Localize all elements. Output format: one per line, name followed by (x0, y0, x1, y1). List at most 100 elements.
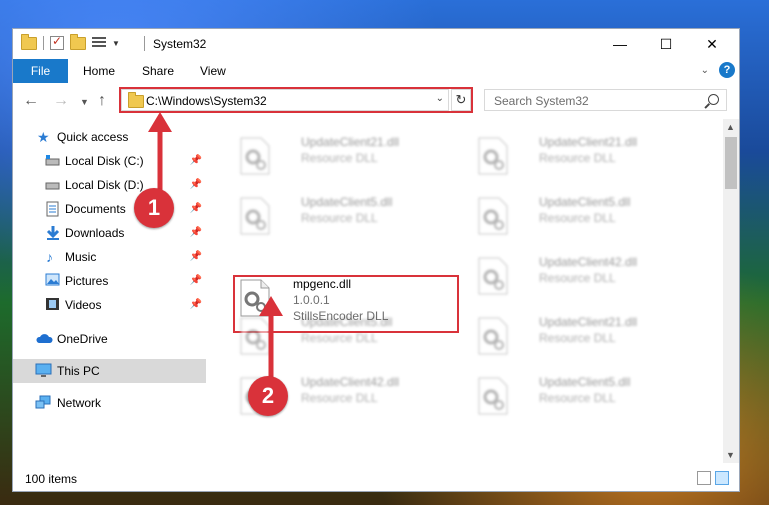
file-tile[interactable]: UpdateClient21.dll Resource DLL (467, 129, 697, 179)
file-tile[interactable]: UpdateClient5.dll Resource DLL (467, 369, 697, 419)
nav-item-label: Local Disk (D:) (65, 178, 144, 192)
tab-view[interactable]: View (200, 59, 226, 83)
file-tile[interactable]: UpdateClient5.dll Resource DLL (229, 309, 459, 359)
up-arrow-icon[interactable]: ↑ (98, 92, 106, 110)
pin-icon[interactable]: 📌 (190, 155, 202, 166)
chevron-down-icon[interactable]: ⌄ (436, 93, 444, 104)
videos-icon (45, 297, 61, 313)
tab-file[interactable]: File (13, 59, 68, 83)
tab-share[interactable]: Share (142, 59, 174, 83)
nav-item-label: Downloads (65, 226, 125, 240)
pin-icon[interactable]: 📌 (190, 227, 202, 238)
nav-item-quick-access[interactable]: ★ Quick access (13, 125, 206, 149)
back-arrow-icon[interactable]: ← (23, 92, 39, 110)
maximize-button[interactable]: ☐ (643, 29, 689, 59)
forward-arrow-icon[interactable]: → (53, 92, 69, 110)
address-row: ← → ▼ ↑ C:\Windows\System32 ⌄ ↻ Search S… (13, 83, 739, 119)
pin-icon[interactable]: 📌 (190, 275, 202, 286)
separator (144, 36, 145, 51)
help-icon[interactable]: ? (719, 62, 735, 78)
dll-file-icon (239, 137, 271, 175)
file-name: UpdateClient5.dll (301, 195, 393, 209)
window-title: System32 (153, 37, 207, 51)
nav-item-label: Network (57, 396, 102, 410)
search-icon (708, 94, 719, 105)
star-icon: ★ (37, 129, 50, 145)
pin-icon[interactable]: 📌 (190, 299, 202, 310)
file-description: Resource DLL (301, 391, 378, 405)
file-description: Resource DLL (539, 331, 616, 345)
file-version: 1.0.0.1 (293, 293, 330, 307)
dll-file-icon (477, 377, 509, 415)
drive-icon (45, 154, 61, 170)
nav-item-videos[interactable]: Videos 📌 (13, 293, 206, 317)
pin-icon[interactable]: 📌 (190, 179, 202, 190)
vertical-scrollbar[interactable]: ▲ ▼ (723, 119, 739, 463)
nav-item-downloads[interactable]: Downloads 📌 (13, 221, 206, 245)
file-name: UpdateClient21.dll (539, 315, 638, 329)
chevron-down-icon[interactable]: ▼ (112, 39, 120, 48)
step-2-badge: 2 (248, 376, 288, 416)
tab-home[interactable]: Home (83, 59, 115, 83)
nav-item-documents[interactable]: Documents 📌 (13, 197, 206, 221)
dll-file-icon (477, 317, 509, 355)
network-icon (35, 395, 51, 411)
file-name: UpdateClient5.dll (539, 195, 631, 209)
nav-item-label: Local Disk (C:) (65, 154, 144, 168)
file-tile[interactable]: UpdateClient5.dll Resource DLL (467, 189, 697, 239)
scroll-thumb[interactable] (725, 137, 737, 189)
file-name: UpdateClient5.dll (539, 375, 631, 389)
file-list: UpdateClient21.dll Resource DLL UpdateCl… (209, 119, 721, 463)
nav-item-pictures[interactable]: Pictures 📌 (13, 269, 206, 293)
file-tile[interactable]: UpdateClient21.dll Resource DLL (229, 129, 459, 179)
nav-item-onedrive[interactable]: OneDrive (13, 327, 206, 351)
customize-icon[interactable] (92, 37, 106, 49)
documents-icon (46, 201, 62, 217)
separator (43, 36, 44, 50)
pin-icon[interactable]: 📌 (190, 251, 202, 262)
file-name: UpdateClient42.dll (301, 375, 400, 389)
file-description: Resource DLL (301, 151, 378, 165)
file-description: Resource DLL (301, 331, 378, 345)
address-bar[interactable]: C:\Windows\System32 ⌄ (121, 89, 449, 111)
file-name: UpdateClient5.dll (301, 315, 393, 329)
new-folder-icon[interactable] (70, 33, 86, 50)
nav-item-label: OneDrive (57, 332, 108, 346)
close-button[interactable]: ✕ (689, 29, 735, 59)
nav-item-label: Videos (65, 298, 102, 312)
recent-locations-icon[interactable]: ▼ (80, 97, 89, 107)
expand-ribbon-icon[interactable]: ⌄ (701, 65, 709, 76)
nav-item-local-disk-c[interactable]: Local Disk (C:) 📌 (13, 149, 206, 173)
nav-item-label: Pictures (65, 274, 109, 288)
nav-item-label: Quick access (57, 130, 129, 144)
cloud-icon (35, 332, 53, 348)
nav-item-label: Documents (65, 202, 126, 216)
nav-item-this-pc[interactable]: This PC (13, 359, 206, 383)
nav-item-local-disk-d[interactable]: Local Disk (D:) 📌 (13, 173, 206, 197)
minimize-button[interactable]: — (597, 29, 643, 59)
nav-item-network[interactable]: Network (13, 391, 206, 415)
folder-icon (21, 33, 37, 50)
refresh-button[interactable]: ↻ (451, 89, 471, 111)
address-path: C:\Windows\System32 (146, 94, 267, 108)
search-input[interactable]: Search System32 (484, 89, 727, 111)
details-view-icon[interactable] (697, 471, 711, 485)
file-tile[interactable]: UpdateClient42.dll Resource DLL (467, 249, 697, 299)
dll-file-icon (239, 317, 271, 355)
quick-access-toolbar: ▼ (21, 33, 120, 50)
folder-icon (128, 92, 144, 108)
properties-check-icon[interactable] (50, 34, 64, 50)
scroll-down-icon[interactable]: ▼ (726, 450, 735, 460)
pin-icon[interactable]: 📌 (190, 203, 202, 214)
drive-icon (45, 178, 61, 194)
scroll-up-icon[interactable]: ▲ (726, 122, 735, 132)
file-tile[interactable]: UpdateClient5.dll Resource DLL (229, 189, 459, 239)
nav-item-music[interactable]: ♪ Music 📌 (13, 245, 206, 269)
dll-file-icon (477, 197, 509, 235)
item-count: 100 items (25, 472, 78, 486)
status-bar: 100 items (13, 467, 739, 491)
file-tile[interactable]: UpdateClient21.dll Resource DLL (467, 309, 697, 359)
ribbon-tabs: File Home Share View ⌄ ? (13, 59, 739, 84)
large-icons-view-icon[interactable] (715, 471, 729, 485)
file-name: mpgenc.dll (293, 277, 352, 291)
